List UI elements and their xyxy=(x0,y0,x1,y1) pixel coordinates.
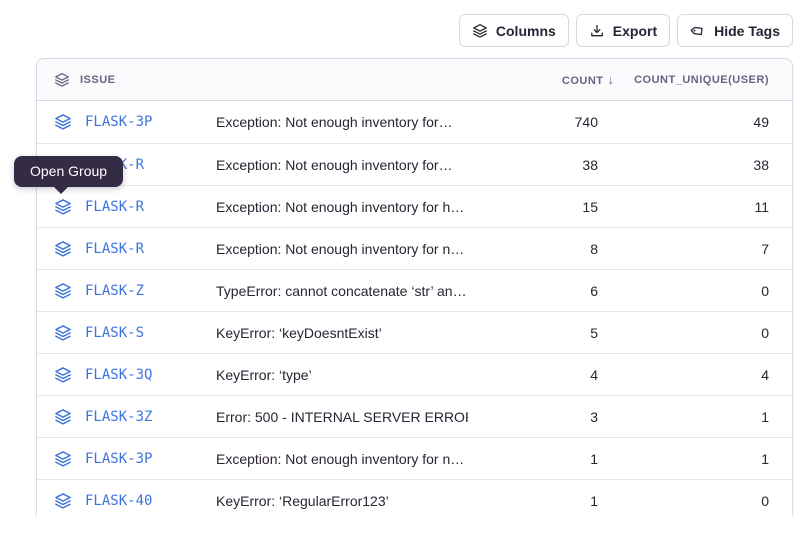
open-group-stack-icon[interactable] xyxy=(54,282,72,300)
issue-link[interactable]: FLASK-R xyxy=(85,199,144,215)
issue-link[interactable]: FLASK-3P xyxy=(85,114,152,130)
issue-cell: FLASK-40 xyxy=(37,492,216,510)
export-button-label: Export xyxy=(613,23,657,39)
issue-title: Exception: Not enough inventory for n… xyxy=(216,241,468,257)
table-row: FLASK-3Z Error: 500 - INTERNAL SERVER ER… xyxy=(37,395,792,437)
columns-button-label: Columns xyxy=(496,23,556,39)
count-value: 6 xyxy=(468,283,598,299)
table-row: FLASK-3P Exception: Not enough inventory… xyxy=(37,101,792,143)
export-button[interactable]: Export xyxy=(576,14,670,47)
results-table: ISSUE COUNT↓ COUNT_UNIQUE(USER) FLASK-3P… xyxy=(36,58,793,520)
issue-title: KeyError: ‘type’ xyxy=(216,367,468,383)
issue-cell: FLASK-R xyxy=(37,240,216,258)
issue-link[interactable]: FLASK-40 xyxy=(85,493,152,509)
issue-cell: FLASK-3Q xyxy=(37,366,216,384)
issue-link[interactable]: FLASK-Z xyxy=(85,283,144,299)
count-unique-value: 0 xyxy=(598,493,769,509)
count-unique-value: 11 xyxy=(598,199,769,215)
count-value: 8 xyxy=(468,241,598,257)
issue-title: Exception: Not enough inventory for n… xyxy=(216,451,468,467)
stack-icon xyxy=(472,23,488,39)
issue-cell: FLASK-S xyxy=(37,324,216,342)
count-unique-value: 38 xyxy=(598,157,769,173)
count-value: 4 xyxy=(468,367,598,383)
issue-column-header[interactable]: ISSUE xyxy=(37,72,216,88)
count-unique-column-header[interactable]: COUNT_UNIQUE(USER) xyxy=(598,74,769,86)
open-group-stack-icon[interactable] xyxy=(54,113,72,131)
toolbar: Columns Export Hide Tags xyxy=(459,14,793,47)
issue-title: TypeError: cannot concatenate ‘str’ an… xyxy=(216,283,468,299)
count-unique-value: 4 xyxy=(598,367,769,383)
issue-title: Exception: Not enough inventory for… xyxy=(216,157,468,173)
issue-link[interactable]: FLASK-3Q xyxy=(85,367,152,383)
issue-title: KeyError: ‘keyDoesntExist’ xyxy=(216,325,468,341)
table-row: FLASK-R Exception: Not enough inventory … xyxy=(37,227,792,269)
table-row: FLASK-40 KeyError: ‘RegularError123’ 1 0 xyxy=(37,479,792,521)
issue-title: KeyError: ‘RegularError123’ xyxy=(216,493,468,509)
count-value: 15 xyxy=(468,199,598,215)
table-row: FLASK-Z TypeError: cannot concatenate ‘s… xyxy=(37,269,792,311)
open-group-stack-icon[interactable] xyxy=(54,492,72,510)
issue-cell: FLASK-3P xyxy=(37,450,216,468)
download-icon xyxy=(589,23,605,39)
hide-tags-button[interactable]: Hide Tags xyxy=(677,14,793,47)
count-value: 1 xyxy=(468,493,598,509)
issue-title: Exception: Not enough inventory for… xyxy=(216,114,468,130)
count-unique-value: 0 xyxy=(598,283,769,299)
count-unique-column-label: COUNT_UNIQUE(USER) xyxy=(634,74,769,86)
table-row: FLASK-3Q KeyError: ‘type’ 4 4 xyxy=(37,353,792,395)
open-group-tooltip: Open Group xyxy=(14,156,123,187)
open-group-stack-icon[interactable] xyxy=(54,324,72,342)
issue-cell: FLASK-R xyxy=(37,198,216,216)
table-header: ISSUE COUNT↓ COUNT_UNIQUE(USER) xyxy=(37,59,792,101)
table-row: FLASK-3P Exception: Not enough inventory… xyxy=(37,437,792,479)
issue-cell: FLASK-Z xyxy=(37,282,216,300)
count-unique-value: 1 xyxy=(598,409,769,425)
issue-title: Error: 500 - INTERNAL SERVER ERROR xyxy=(216,409,468,425)
issue-link[interactable]: FLASK-R xyxy=(85,241,144,257)
tag-icon xyxy=(690,23,706,39)
count-column-header[interactable]: COUNT↓ xyxy=(468,72,598,87)
table-row: FLASK-S KeyError: ‘keyDoesntExist’ 5 0 xyxy=(37,311,792,353)
count-unique-value: 0 xyxy=(598,325,769,341)
issue-link[interactable]: FLASK-3P xyxy=(85,451,152,467)
issue-title: Exception: Not enough inventory for h… xyxy=(216,199,468,215)
count-value: 1 xyxy=(468,451,598,467)
issue-column-label: ISSUE xyxy=(80,74,116,86)
stack-icon xyxy=(54,72,70,88)
issue-link[interactable]: FLASK-3Z xyxy=(85,409,152,425)
count-value: 740 xyxy=(468,114,598,130)
table-body: FLASK-3P Exception: Not enough inventory… xyxy=(37,101,792,521)
table-row: FLASK-R Exception: Not enough inventory … xyxy=(37,143,792,185)
count-unique-value: 7 xyxy=(598,241,769,257)
issue-cell: FLASK-3Z xyxy=(37,408,216,426)
columns-button[interactable]: Columns xyxy=(459,14,569,47)
hide-tags-button-label: Hide Tags xyxy=(714,23,780,39)
count-value: 3 xyxy=(468,409,598,425)
open-group-stack-icon[interactable] xyxy=(54,240,72,258)
count-value: 38 xyxy=(468,157,598,173)
open-group-stack-icon[interactable] xyxy=(54,450,72,468)
count-value: 5 xyxy=(468,325,598,341)
table-row: FLASK-R Exception: Not enough inventory … xyxy=(37,185,792,227)
open-group-stack-icon[interactable] xyxy=(54,366,72,384)
open-group-stack-icon[interactable] xyxy=(54,408,72,426)
count-unique-value: 49 xyxy=(598,114,769,130)
open-group-stack-icon[interactable] xyxy=(54,198,72,216)
issue-cell: FLASK-3P xyxy=(37,113,216,131)
issue-link[interactable]: FLASK-S xyxy=(85,325,144,341)
count-unique-value: 1 xyxy=(598,451,769,467)
